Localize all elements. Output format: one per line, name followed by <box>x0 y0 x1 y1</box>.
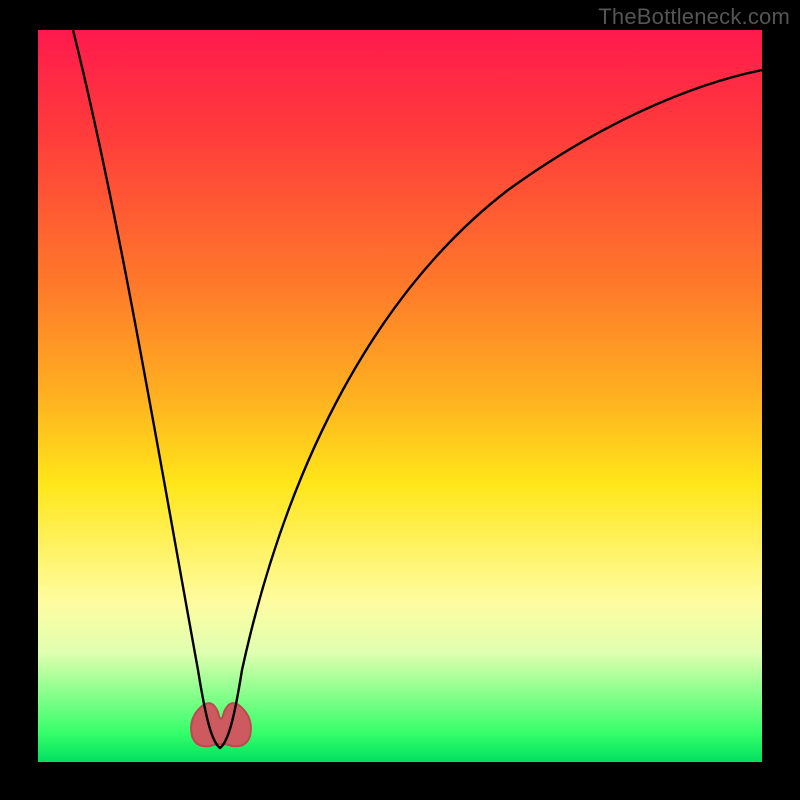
bottleneck-curve <box>38 30 762 762</box>
watermark-text: TheBottleneck.com <box>598 4 790 30</box>
plot-area <box>38 30 762 762</box>
outer-frame: TheBottleneck.com <box>0 0 800 800</box>
